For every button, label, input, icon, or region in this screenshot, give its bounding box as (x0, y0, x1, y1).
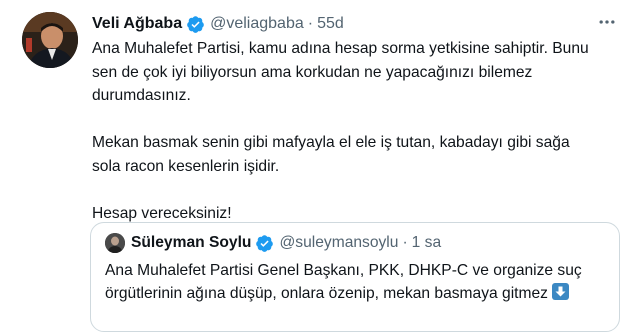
separator-dot: · (307, 15, 314, 32)
more-horizontal-icon[interactable] (596, 12, 618, 34)
tweet-text: Ana Muhalefet Partisi, kamu adına hesap … (92, 37, 592, 225)
quoted-author-handle: @suleymansoylu (279, 234, 399, 251)
quoted-timestamp: 1 sa (411, 234, 442, 251)
tweet-header: Veli Ağbaba @veliagbaba · 55d (92, 13, 344, 35)
tweet-paragraph: Ana Muhalefet Partisi, kamu adına hesap … (92, 40, 589, 104)
quoted-tweet[interactable]: Süleyman Soylu @suleymansoylu · 1 sa Ana… (90, 222, 620, 332)
down-arrow-emoji-icon (552, 283, 570, 300)
separator-dot: · (402, 234, 408, 251)
author-name[interactable]: Veli Ağbaba (92, 15, 182, 33)
quoted-author-name: Süleyman Soylu (131, 234, 252, 251)
verified-badge-icon (255, 234, 274, 253)
author-handle[interactable]: @veliagbaba (210, 15, 304, 33)
tweet-timestamp[interactable]: 55d (317, 15, 344, 33)
quoted-author-avatar (105, 233, 125, 253)
verified-badge-icon (186, 15, 205, 34)
quoted-text: Ana Muhalefet Partisi Genel Başkanı, PKK… (105, 262, 582, 302)
tweet[interactable]: Veli Ağbaba @veliagbaba · 55d Ana Muhale… (0, 0, 640, 332)
tweet-paragraph: Mekan basmak senin gibi mafyayla el ele … (92, 134, 570, 175)
quoted-tweet-text: Ana Muhalefet Partisi Genel Başkanı, PKK… (105, 259, 610, 305)
quoted-tweet-header: Süleyman Soylu @suleymansoylu · 1 sa (105, 232, 441, 254)
author-avatar[interactable] (22, 12, 78, 68)
